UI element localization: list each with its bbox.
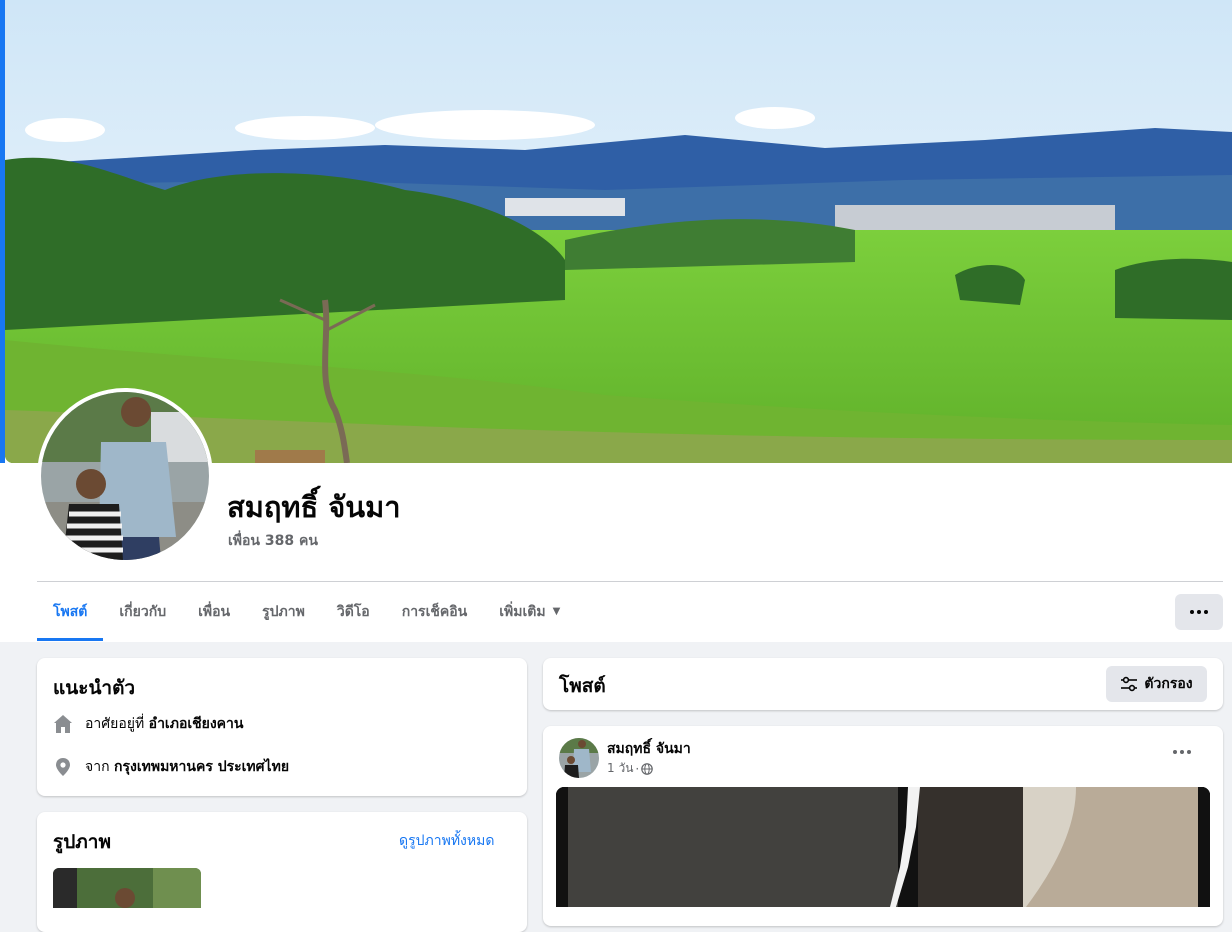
post-image[interactable] [556, 787, 1210, 907]
profile-more-button[interactable] [1175, 594, 1223, 630]
photos-card: รูปภาพ ดูรูปภาพทั้งหมด [37, 812, 527, 932]
intro-lives-row: อาศัยอยู่ที่ อำเภอเชียงคาน [53, 713, 243, 735]
cover-photo[interactable] [5, 0, 1232, 463]
see-all-photos-link[interactable]: ดูรูปภาพทั้งหมด [399, 830, 494, 852]
intro-card: แนะนำตัว อาศัยอยู่ที่ อำเภอเชียงคาน จาก … [37, 658, 527, 796]
post-author-avatar[interactable] [559, 738, 599, 778]
filter-button[interactable]: ตัวกรอง [1106, 666, 1207, 702]
tab-photos[interactable]: รูปภาพ [246, 582, 321, 641]
tab-more[interactable]: เพิ่มเติม ▼ [483, 582, 576, 641]
photos-title: รูปภาพ [53, 831, 111, 853]
tab-friends[interactable]: เพื่อน [182, 582, 246, 641]
post-card: สมฤทธิ์ จันมา 1 วัน · [543, 726, 1223, 926]
more-dots-icon [1190, 610, 1208, 614]
tab-about[interactable]: เกี่ยวกับ [103, 582, 182, 641]
profile-header: สมฤทธิ์ จันมา เพื่อน 388 คน โพสต์ เกี่ยว… [0, 0, 1232, 642]
profile-tabs: โพสต์ เกี่ยวกับ เพื่อน รูปภาพ วิดีโอ การ… [37, 582, 576, 641]
photo-thumbnail[interactable] [53, 868, 201, 908]
home-icon [54, 715, 72, 733]
friends-count[interactable]: เพื่อน 388 คน [228, 530, 318, 552]
intro-title: แนะนำตัว [53, 677, 136, 699]
globe-icon [641, 762, 654, 775]
intro-from-prefix: จาก [85, 759, 110, 775]
intro-lives-value[interactable]: อำเภอเชียงคาน [149, 713, 244, 735]
posts-header-card: โพสต์ ตัวกรอง [543, 658, 1223, 710]
intro-from-row: จาก กรุงเทพมหานคร ประเทศไทย [53, 756, 289, 778]
intro-from-value[interactable]: กรุงเทพมหานคร ประเทศไทย [114, 756, 289, 778]
posts-title: โพสต์ [559, 675, 606, 697]
tab-videos[interactable]: วิดีโอ [321, 582, 386, 641]
post-options-button[interactable] [1173, 750, 1191, 754]
caret-down-icon: ▼ [552, 606, 561, 617]
intro-lives-prefix: อาศัยอยู่ที่ [85, 716, 145, 732]
tab-posts[interactable]: โพสต์ [37, 582, 104, 641]
location-pin-icon [56, 758, 70, 776]
more-dots-icon [1173, 750, 1191, 754]
meta-separator: · [635, 761, 640, 776]
profile-name: สมฤทธิ์ จันมา [227, 490, 401, 524]
filter-sliders-icon [1121, 676, 1138, 692]
post-meta: 1 วัน · [607, 759, 654, 778]
profile-picture[interactable] [41, 392, 209, 560]
tab-checkins[interactable]: การเช็คอิน [386, 582, 484, 641]
post-author-name[interactable]: สมฤทธิ์ จันมา [607, 738, 691, 760]
post-time[interactable]: 1 วัน [607, 759, 633, 778]
